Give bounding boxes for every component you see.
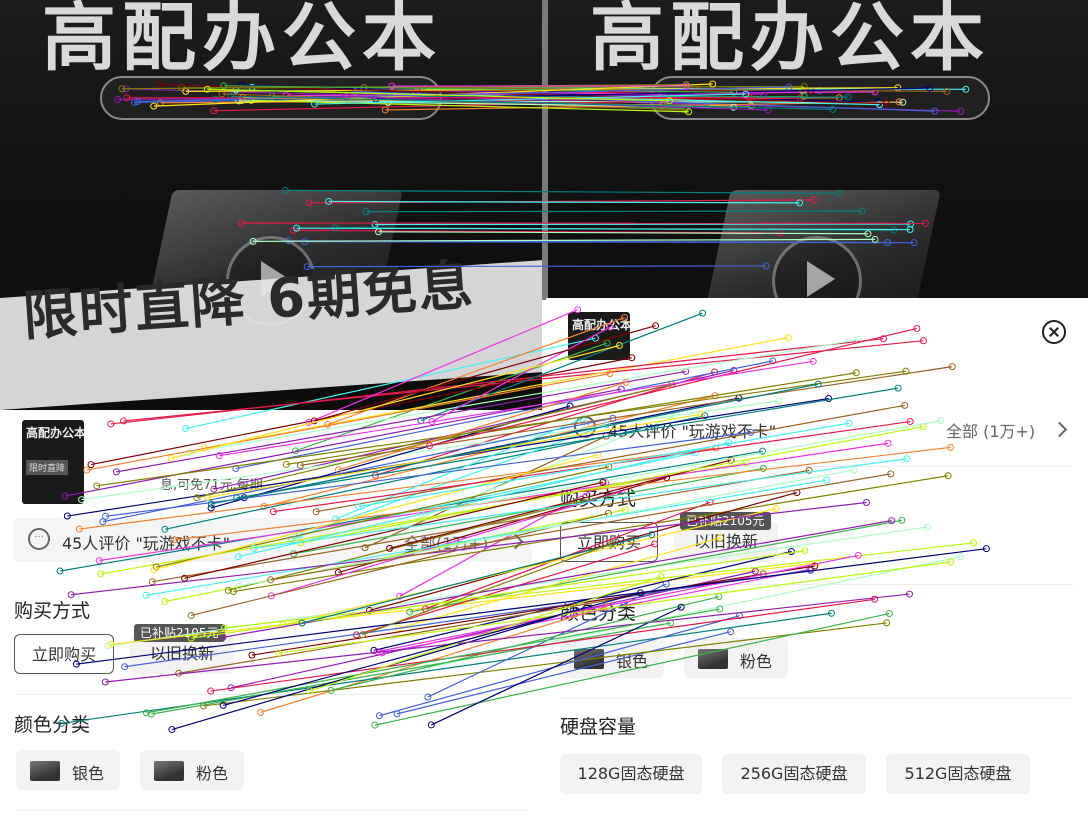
buy-now-button[interactable]: 立即购买 — [560, 522, 658, 562]
laptop-thumb-icon — [698, 649, 728, 669]
laptop-thumb-icon — [154, 761, 184, 781]
purchase-section-title: 购买方式 — [560, 488, 637, 510]
banner-pill-right — [650, 76, 990, 120]
color-option-silver[interactable]: 银色 — [560, 638, 664, 678]
chevron-right-icon — [1051, 421, 1068, 438]
divider — [560, 584, 1074, 585]
color-section-title: 颜色分类 — [560, 602, 637, 624]
banner-title: 高配办公本 — [42, 0, 442, 81]
color-label: 银色 — [72, 764, 105, 783]
storage-option-256g[interactable]: 256G固态硬盘 — [722, 754, 866, 794]
thumbnail-title: 高配办公本 — [572, 318, 630, 332]
thumbnail-title: 高配办公本 — [26, 426, 84, 440]
color-section-title: 颜色分类 — [14, 714, 91, 736]
divider — [560, 466, 1074, 467]
close-icon[interactable] — [1042, 320, 1066, 344]
comment-bubble-icon: ··· — [28, 528, 50, 550]
thumbnail-promo: 限时直降 — [26, 460, 69, 475]
color-option-pink[interactable]: 粉色 — [684, 638, 788, 678]
purchase-section-title: 购买方式 — [14, 600, 91, 622]
price-note: 息,可免71元,每期 — [160, 478, 263, 493]
comment-bubble-icon: ··· — [574, 416, 596, 438]
review-summary-row[interactable]: ··· 45人评价 "玩游戏不卡" 全部(1万+) — [14, 518, 532, 562]
buy-now-button[interactable]: 立即购买 — [14, 634, 114, 674]
product-panel-right: 高配办公本 ··· 45人评价 "玩游戏不卡" 全部 (1万+) 购买方式 立即… — [546, 298, 1088, 820]
chevron-right-icon — [507, 533, 524, 550]
review-count: 45人评价 "玩游戏不卡" — [608, 422, 777, 441]
color-label: 银色 — [616, 652, 649, 671]
review-all-link[interactable]: 全部 (1万+) — [946, 418, 1035, 442]
banner-pill — [100, 76, 442, 120]
review-all-link[interactable]: 全部(1万+) — [404, 530, 488, 554]
color-label: 粉色 — [196, 764, 229, 783]
divider — [14, 694, 530, 695]
storage-option-512g[interactable]: 512G固态硬盘 — [886, 754, 1030, 794]
review-summary-row-right[interactable]: ··· 45人评价 "玩游戏不卡" 全部 (1万+) — [560, 406, 1076, 450]
product-thumbnail: 高配办公本 限时直降 — [22, 420, 84, 504]
color-option-pink[interactable]: 粉色 — [140, 750, 244, 790]
subsidy-tag: 已补贴2105元 — [680, 512, 771, 530]
storage-option-128g[interactable]: 128G固态硬盘 — [560, 754, 702, 794]
banner-title-right: 高配办公本 — [590, 0, 990, 81]
product-panel-left: 高配办公本 限时直降 息,可免71元,每期 ··· 45人评价 "玩游戏不卡" … — [0, 410, 546, 820]
laptop-thumb-icon — [574, 649, 604, 669]
capture-divider — [542, 0, 548, 300]
color-option-silver[interactable]: 银色 — [16, 750, 120, 790]
divider — [560, 698, 1074, 699]
product-thumbnail-right: 高配办公本 — [568, 312, 630, 360]
play-icon — [807, 261, 835, 297]
divider — [14, 810, 530, 811]
color-label: 粉色 — [740, 652, 773, 671]
subsidy-tag: 已补贴2105元 — [134, 624, 225, 642]
review-count: 45人评价 "玩游戏不卡" — [62, 534, 231, 553]
storage-section-title: 硬盘容量 — [560, 716, 637, 738]
laptop-thumb-icon — [30, 761, 60, 781]
